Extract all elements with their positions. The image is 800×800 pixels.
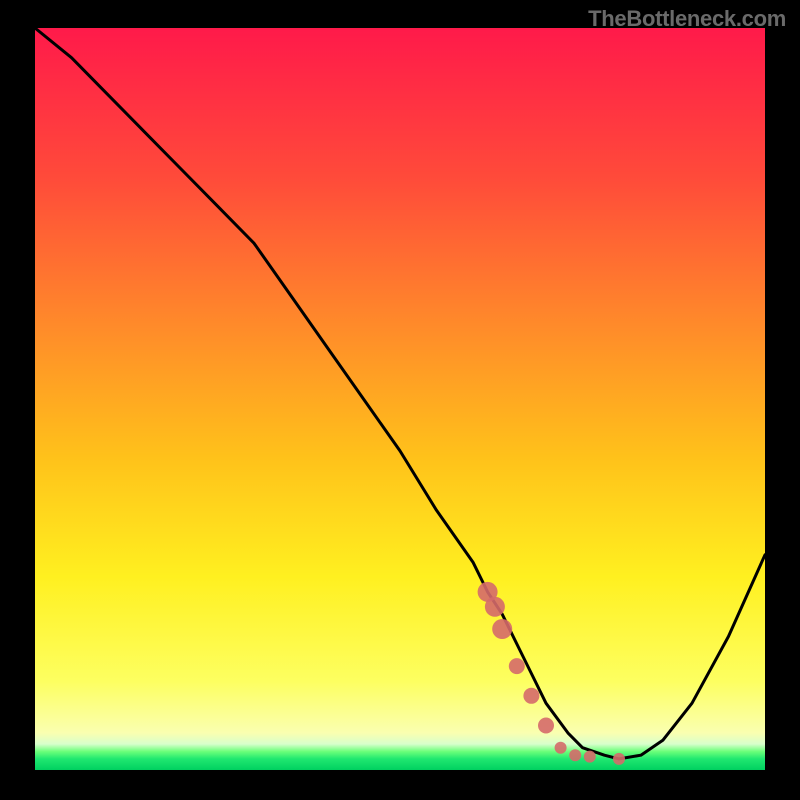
frame-left: [0, 0, 35, 800]
highlight-dot: [509, 658, 525, 674]
highlight-dot: [492, 619, 512, 639]
highlight-dot: [485, 597, 505, 617]
highlight-dot: [584, 751, 596, 763]
plot-background: [35, 28, 765, 770]
highlight-dot: [538, 718, 554, 734]
frame-bottom: [0, 770, 800, 800]
watermark-text: TheBottleneck.com: [588, 6, 786, 32]
highlight-dot: [569, 749, 581, 761]
frame-right: [765, 0, 800, 800]
highlight-dot: [613, 753, 625, 765]
highlight-dot: [555, 742, 567, 754]
highlight-dot: [523, 688, 539, 704]
chart-root: TheBottleneck.com: [0, 0, 800, 800]
chart-svg: [0, 0, 800, 800]
